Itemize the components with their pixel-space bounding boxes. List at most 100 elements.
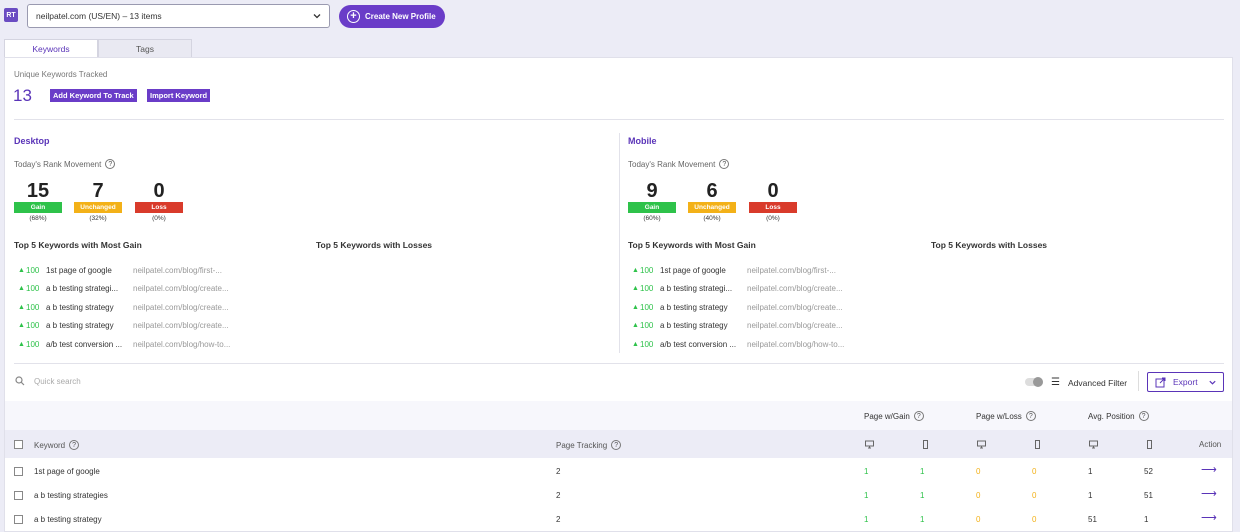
keyword-url: neilpatel.com/blog/how-to...	[747, 339, 845, 349]
loss-mobile-cell: 0	[1032, 467, 1037, 476]
avg-position-label: Avg. Position	[1088, 411, 1135, 421]
plus-circle-icon: +	[347, 10, 360, 23]
avg-desktop-cell: 1	[1088, 491, 1093, 500]
page-tracking-cell: 2	[556, 515, 561, 524]
page-gain-label: Page w/Gain	[864, 411, 910, 421]
gain-badge: Gain	[14, 202, 62, 213]
arrow-right-icon[interactable]: ⟶	[1201, 487, 1217, 500]
unique-keywords-label: Unique Keywords Tracked	[14, 70, 108, 79]
gain-value: 100	[640, 284, 654, 294]
gain-desktop-cell: 1	[864, 515, 869, 524]
checkbox[interactable]	[14, 440, 23, 449]
arrow-right-icon[interactable]: ⟶	[1201, 511, 1217, 524]
keyword-url: neilpatel.com/blog/create...	[133, 284, 229, 294]
select-all-checkbox[interactable]	[14, 440, 23, 449]
mobile-loss-title: Top 5 Keywords with Losses	[931, 240, 1048, 250]
list-item: ▲ 100 a b testing strategy neilpatel.com/bl…	[18, 298, 233, 317]
advanced-filter-button[interactable]: ☰ Advanced Filter	[1051, 377, 1127, 388]
desktop-icon	[1089, 440, 1098, 449]
gain-mobile-cell: 1	[920, 491, 925, 500]
gain-value: 100	[640, 339, 654, 349]
loss-desktop-cell: 0	[976, 515, 981, 524]
help-icon[interactable]: ?	[69, 440, 80, 450]
avg-mobile-cell: 52	[1144, 467, 1153, 476]
mobile-gain-list: ▲ 100 1st page of google neilpatel.com/blog…	[632, 261, 847, 354]
table-row[interactable]: a b testing strategy 2 1 1 0 0 51 1 ⟶	[5, 507, 1232, 531]
gain-value: 100	[26, 265, 40, 275]
keyword-cell: 1st page of google	[34, 467, 100, 476]
quick-search[interactable]: Quick search	[15, 376, 81, 386]
tab-tags[interactable]: Tags	[98, 39, 192, 57]
arrow-up-icon: ▲	[18, 266, 25, 274]
keyword-url: neilpatel.com/blog/create...	[747, 302, 843, 312]
loss-count: 0	[153, 180, 165, 202]
help-icon[interactable]: ?	[105, 159, 116, 169]
row-checkbox[interactable]	[14, 515, 23, 524]
unchanged-count: 6	[706, 180, 718, 202]
keyword-name: 1st page of google	[660, 265, 726, 275]
mobile-icon	[1033, 440, 1042, 449]
profile-select[interactable]: neilpatel.com (US/EN) – 13 items	[27, 4, 330, 28]
page-tracking-column-header[interactable]: Page Tracking?	[556, 440, 622, 450]
export-button[interactable]: Export	[1147, 372, 1224, 392]
mobile-rank-movement-label: Today's Rank Movement ?	[628, 159, 730, 169]
mobile-gain-stat: 9 Gain (60%)	[628, 180, 676, 222]
table-row[interactable]: 1st page of google 2 1 1 0 0 1 52 ⟶	[5, 459, 1232, 483]
arrow-up-icon: ▲	[632, 340, 639, 348]
page-tracking-cell: 2	[556, 467, 561, 476]
keyword-name: a b testing strategi...	[46, 284, 119, 294]
keyword-name: a b testing strategi...	[660, 284, 733, 294]
chevron-down-icon	[313, 14, 321, 19]
page-tracking-label: Page Tracking	[556, 440, 608, 450]
gain-value: 100	[640, 302, 654, 312]
list-item: ▲ 100 a b testing strategy neilpatel.com/bl…	[632, 298, 847, 317]
gain-value: 100	[26, 284, 40, 294]
keyword-column-header[interactable]: Keyword?	[34, 440, 80, 450]
desktop-loss-stat: 0 Loss (0%)	[135, 180, 183, 222]
help-icon[interactable]: ?	[611, 440, 622, 450]
help-icon[interactable]: ?	[913, 411, 924, 421]
unchanged-percent: (32%)	[89, 215, 107, 222]
arrow-up-icon: ▲	[632, 266, 639, 274]
app-logo: RT	[4, 8, 18, 22]
loss-mobile-cell: 0	[1032, 491, 1037, 500]
mobile-gain-title: Top 5 Keywords with Most Gain	[628, 240, 756, 250]
desktop-icon	[977, 440, 986, 449]
unique-keywords-count: 13	[13, 86, 32, 105]
create-profile-button[interactable]: + Create New Profile	[339, 5, 445, 28]
arrow-right-icon[interactable]: ⟶	[1201, 463, 1217, 476]
gain-count: 15	[26, 180, 50, 202]
list-item: ▲ 100 a b testing strategy neilpatel.com/bl…	[18, 317, 233, 336]
keyword-name: a/b test conversion ...	[46, 339, 123, 349]
export-label: Export	[1173, 377, 1198, 387]
row-checkbox[interactable]	[14, 467, 23, 476]
unchanged-count: 7	[92, 180, 104, 202]
import-keyword-button[interactable]: Import Keyword	[147, 89, 211, 102]
rank-movement-text: Today's Rank Movement	[14, 159, 102, 169]
add-keyword-button[interactable]: Add Keyword To Track	[50, 89, 137, 102]
gain-value: 100	[640, 321, 654, 331]
help-icon[interactable]: ?	[719, 159, 730, 169]
mobile-unchanged-stat: 6 Unchanged (40%)	[688, 180, 736, 222]
keyword-column-label: Keyword	[34, 440, 66, 450]
help-icon[interactable]: ?	[1025, 411, 1036, 421]
gain-count: 9	[646, 180, 658, 202]
help-icon[interactable]: ?	[1138, 411, 1149, 421]
keyword-name: a b testing strategy	[660, 302, 728, 312]
avg-desktop-cell: 1	[1088, 467, 1093, 476]
keyword-url: neilpatel.com/blog/first-...	[747, 265, 836, 275]
filter-toggle[interactable]	[1025, 377, 1043, 387]
desktop-gain-title: Top 5 Keywords with Most Gain	[14, 240, 142, 250]
divider-vertical	[619, 133, 620, 353]
unchanged-badge: Unchanged	[688, 202, 736, 213]
table-row[interactable]: a b testing strategies 2 1 1 0 0 1 51 ⟶	[5, 483, 1232, 507]
arrow-up-icon: ▲	[18, 285, 25, 293]
table-header: Keyword? Page Tracking? Action	[5, 430, 1232, 458]
tab-keywords[interactable]: Keywords	[4, 39, 98, 57]
page-gain-header: Page w/Gain?	[864, 411, 924, 421]
mobile-title: Mobile	[628, 136, 657, 146]
row-checkbox[interactable]	[14, 491, 23, 500]
export-icon	[1155, 377, 1166, 387]
gain-value: 100	[26, 321, 40, 331]
keyword-url: neilpatel.com/blog/first-...	[133, 265, 222, 275]
